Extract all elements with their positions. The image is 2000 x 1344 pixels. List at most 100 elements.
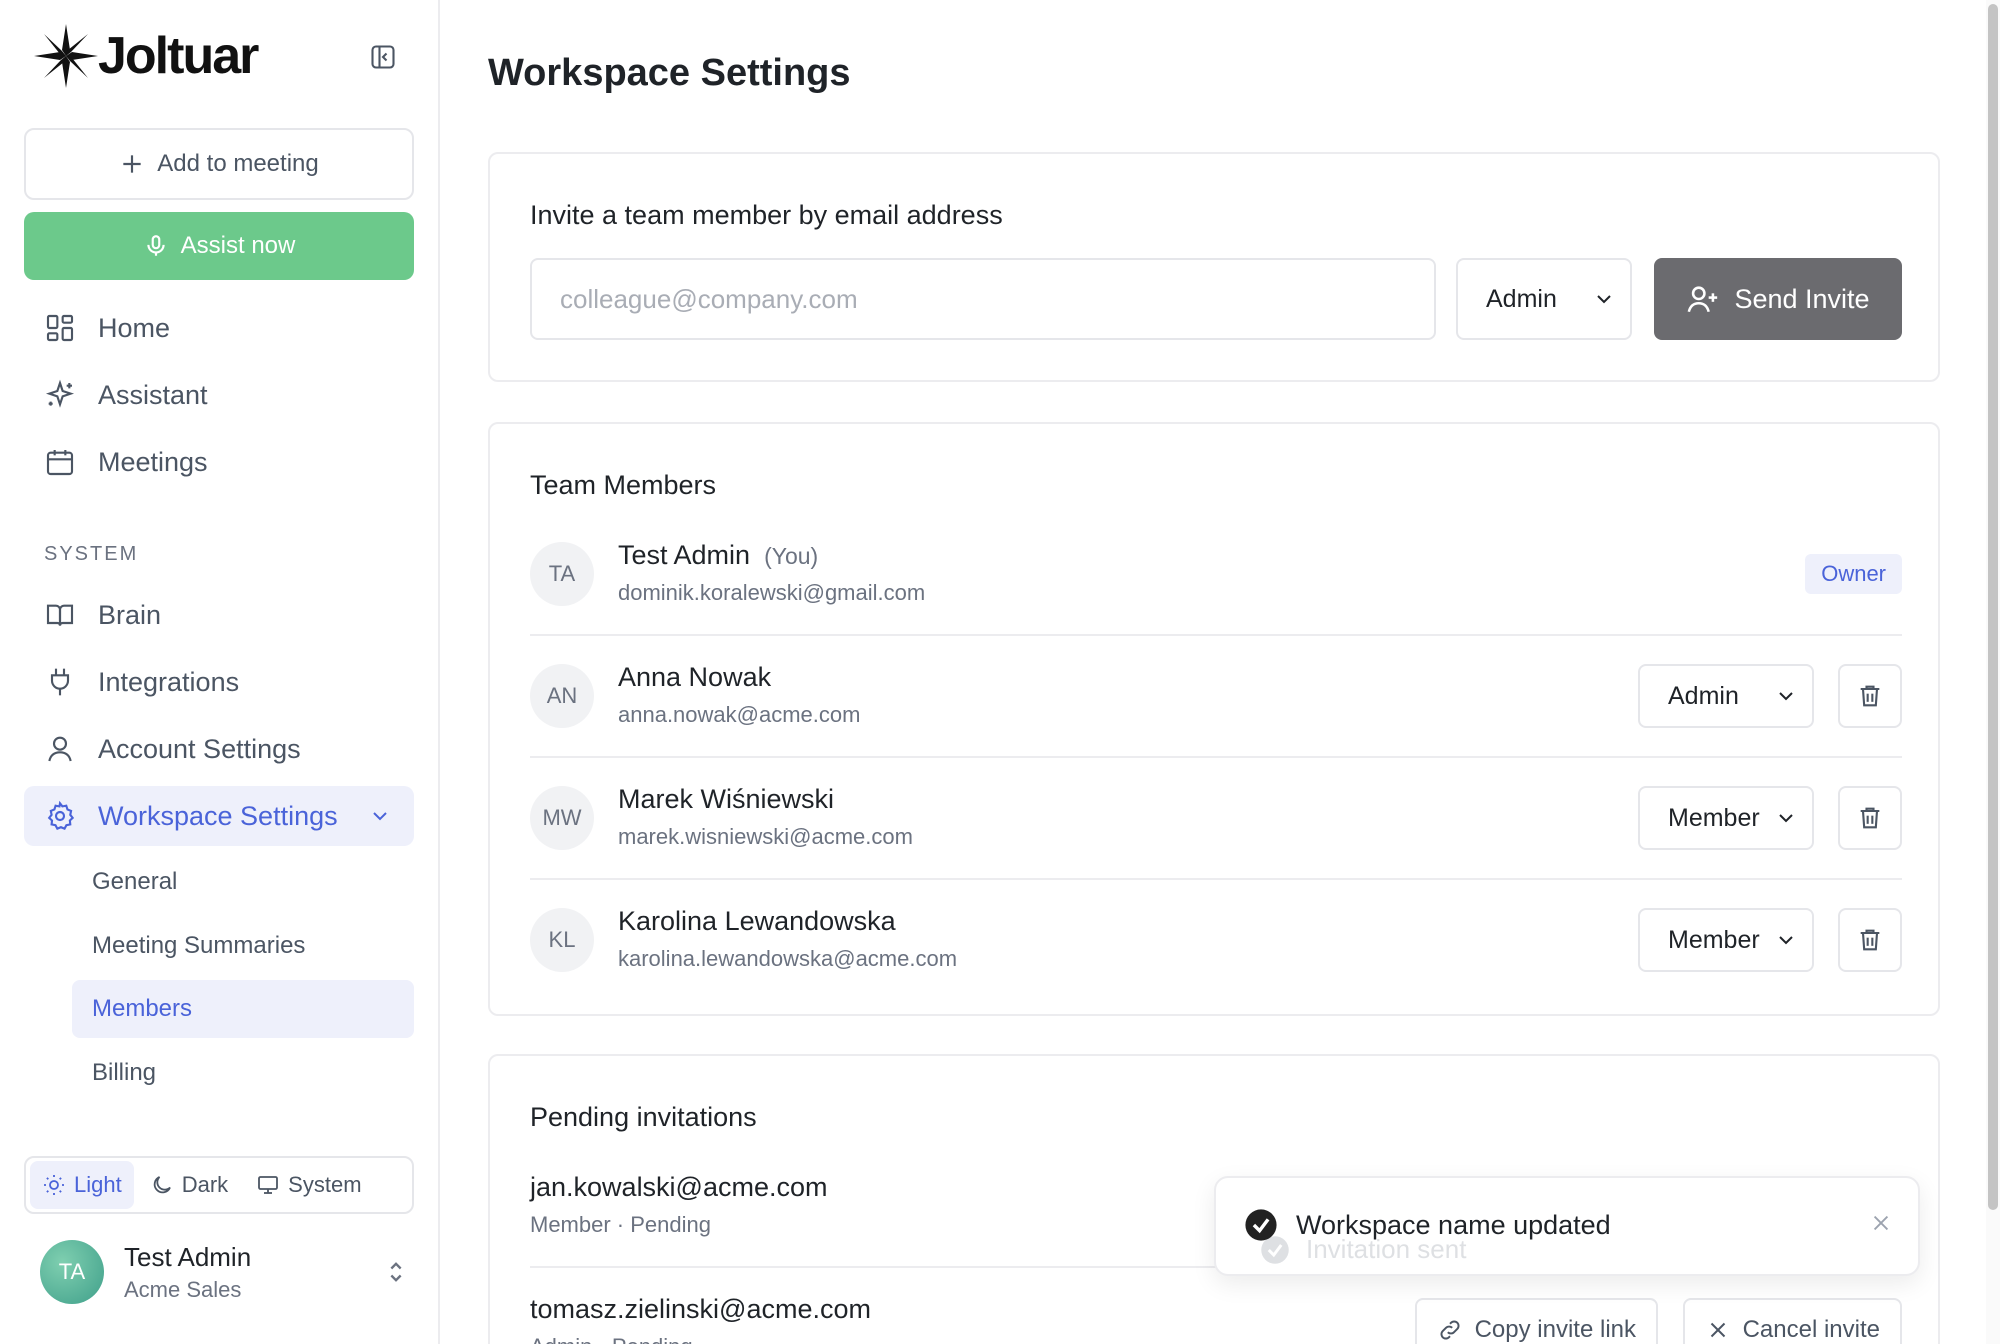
chevron-down-icon (373, 812, 387, 821)
close-icon (1710, 1322, 1725, 1338)
send-invite-label: Send Invite (1734, 283, 1870, 314)
collapse-sidebar-icon[interactable] (366, 40, 400, 74)
theme-system-label: System (288, 1172, 362, 1197)
sub-nav-meeting-summaries[interactable]: Meeting Summaries (72, 917, 414, 975)
member-name: Karolina Lewandowska (618, 906, 896, 936)
invite-role-select[interactable]: Admin (1456, 258, 1632, 340)
book-icon (46, 604, 74, 626)
cancel-invite-button[interactable]: Cancel invite (1682, 1298, 1902, 1344)
user-menu[interactable]: TA Test Admin Acme Sales (40, 1238, 410, 1306)
member-role-value: Member (1668, 925, 1760, 954)
add-to-meeting-button[interactable]: Add to meeting (24, 128, 414, 200)
sun-icon (44, 1175, 64, 1195)
member-role-select[interactable]: Member (1638, 908, 1814, 972)
grid-icon (46, 314, 74, 342)
owner-badge: Owner (1805, 554, 1902, 594)
member-email: dominik.koralewski@gmail.com (618, 580, 926, 605)
send-invite-button[interactable]: Send Invite (1654, 258, 1902, 340)
sub-nav-general[interactable]: General (72, 853, 414, 911)
plug-icon (50, 668, 70, 696)
nav-label: Integrations (98, 666, 240, 697)
section-label-system: SYSTEM (44, 543, 139, 565)
avatar: KL (530, 908, 594, 972)
table-row: AN Anna Nowak anna.nowak@acme.com Admin (530, 636, 1902, 758)
table-row: TA Test Admin (You) dominik.koralewski@gm… (530, 514, 1902, 636)
invite-role-value: Admin (1486, 284, 1557, 313)
nav-item-assistant[interactable]: Assistant (24, 365, 414, 425)
assist-now-button[interactable]: Assist now (24, 212, 414, 280)
gear-icon (47, 800, 75, 831)
remove-member-button[interactable] (1838, 786, 1902, 850)
invite-email: tomasz.zielinski@acme.com (530, 1294, 871, 1324)
member-role-value: Admin (1668, 681, 1739, 710)
sub-nav-billing[interactable]: Billing (72, 1044, 414, 1102)
copy-invite-link-label: Copy invite link (1474, 1316, 1636, 1343)
invite-meta: Admin · Pending (530, 1334, 693, 1344)
theme-light-option[interactable]: Light (30, 1161, 134, 1209)
pending-title: Pending invitations (530, 1102, 757, 1132)
nav-label: Meetings (98, 446, 208, 477)
member-name: Anna Nowak (618, 662, 772, 692)
member-role-select[interactable]: Member (1638, 786, 1814, 850)
chevron-down-icon (1779, 692, 1793, 701)
invite-title: Invite a team member by email address (530, 200, 1003, 230)
sidebar: Joltuar Add to meeting Assist now Home A… (0, 0, 440, 1344)
team-members-card: Team Members TA Test Admin (You) dominik.… (488, 422, 1940, 1016)
chevron-down-icon (1779, 936, 1793, 945)
sub-nav-members[interactable]: Members (72, 980, 414, 1038)
member-role-select[interactable]: Admin (1638, 664, 1814, 728)
logo[interactable]: Joltuar (30, 18, 259, 94)
nav-item-workspace-settings[interactable]: Workspace Settings (24, 786, 414, 846)
toast-message: Workspace name updated (1296, 1209, 1611, 1240)
nav-item-account-settings[interactable]: Account Settings (24, 719, 414, 779)
nav-item-home[interactable]: Home (24, 298, 414, 358)
brand-name: Joltuar (98, 27, 259, 85)
theme-system-option[interactable]: System (244, 1161, 373, 1209)
avatar: TA (40, 1240, 104, 1304)
remove-member-button[interactable] (1838, 908, 1902, 972)
avatar: TA (530, 542, 594, 606)
nav-label: Account Settings (98, 733, 301, 764)
nav-label: Workspace Settings (98, 800, 338, 831)
link-icon (1440, 1320, 1460, 1340)
sub-nav-label: Meeting Summaries (92, 932, 306, 959)
trash-icon (1860, 685, 1880, 707)
add-to-meeting-label: Add to meeting (157, 150, 319, 177)
sub-nav-label: Billing (92, 1059, 157, 1086)
scrollbar[interactable] (1986, 0, 2000, 1344)
member-email: karolina.lewandowska@acme.com (618, 946, 958, 971)
email-input[interactable] (530, 258, 1436, 340)
chevron-down-icon (1779, 814, 1793, 823)
nav-item-brain[interactable]: Brain (24, 585, 414, 645)
table-row: KL Karolina Lewandowska karolina.lewando… (530, 880, 1902, 1002)
list-item: tomasz.zielinski@acme.com Admin · Pendin… (530, 1268, 1902, 1344)
member-role-value: Member (1668, 803, 1760, 832)
nav-label: Brain (98, 599, 162, 630)
table-row: MW Marek Wiśniewski marek.wisniewski@acm… (530, 758, 1902, 880)
page-title: Workspace Settings (488, 52, 851, 94)
user-plus-icon (1688, 286, 1718, 313)
chevrons-up-down-icon (390, 1262, 402, 1282)
member-email: marek.wisniewski@acme.com (618, 824, 913, 849)
theme-dark-option[interactable]: Dark (138, 1161, 240, 1209)
avatar: MW (530, 786, 594, 850)
sparkle-icon (45, 379, 75, 408)
nav-label: Home (98, 312, 171, 343)
user-name: Test Admin (124, 1241, 252, 1272)
nav-label: Assistant (98, 379, 208, 410)
close-icon[interactable] (1870, 1212, 1892, 1234)
nav-item-meetings[interactable]: Meetings (24, 432, 414, 492)
theme-switch: Light Dark System (24, 1156, 414, 1214)
you-label: (You) (764, 543, 819, 569)
toast-notification: Invitation sent Workspace name updated (1214, 1176, 1920, 1276)
monitor-icon (258, 1176, 279, 1194)
nav-item-integrations[interactable]: Integrations (24, 652, 414, 712)
remove-member-button[interactable] (1838, 664, 1902, 728)
invite-meta: Member · Pending (530, 1212, 711, 1237)
logo-star-icon (34, 24, 98, 88)
sub-nav-label: Members (92, 995, 193, 1022)
scrollbar-thumb[interactable] (1988, 4, 1998, 1210)
plus-icon (123, 155, 141, 173)
team-members-title: Team Members (530, 470, 717, 500)
copy-invite-link-button[interactable]: Copy invite link (1414, 1298, 1658, 1344)
